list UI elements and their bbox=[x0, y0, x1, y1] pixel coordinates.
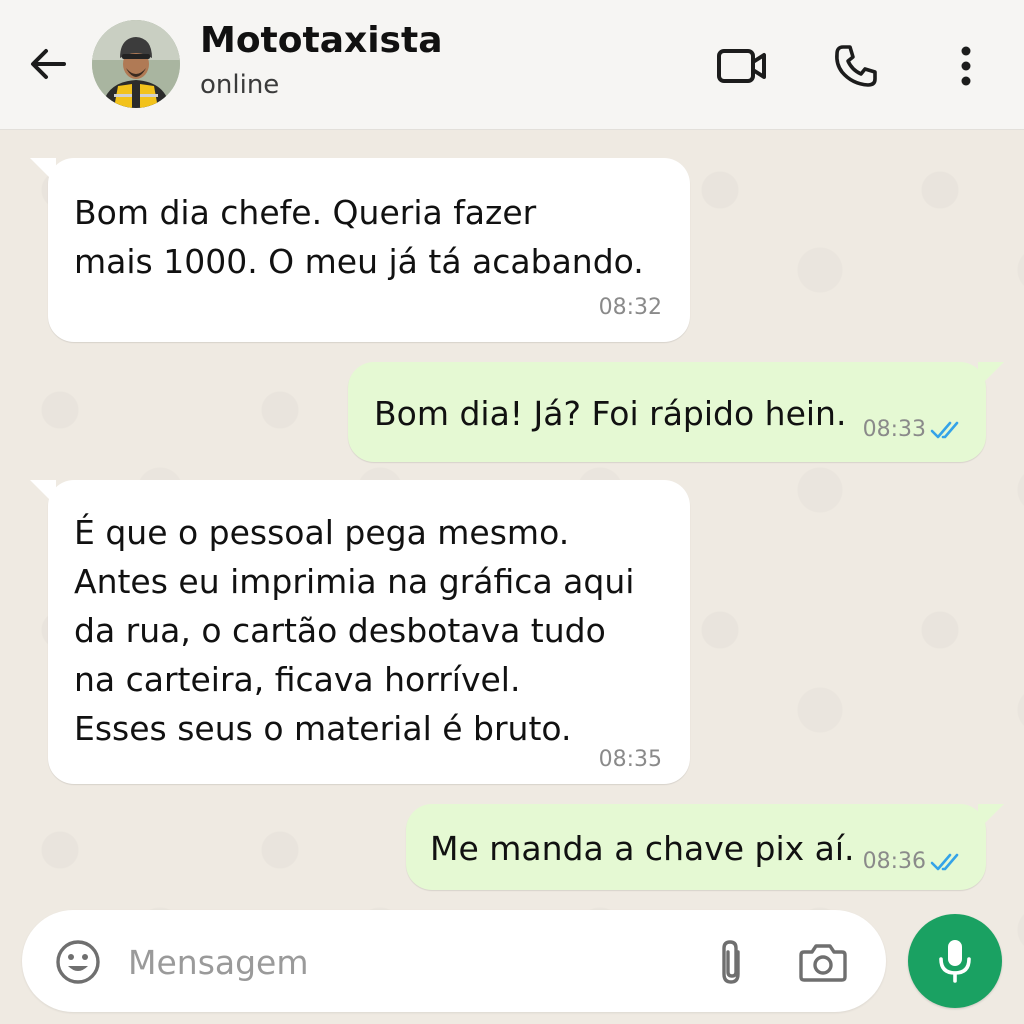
contact-status: online bbox=[200, 70, 280, 100]
bubble-tail bbox=[30, 480, 56, 506]
bubble-tail bbox=[30, 158, 56, 184]
microphone-icon bbox=[939, 940, 971, 983]
arrow-left-icon bbox=[31, 49, 66, 79]
video-call-button[interactable] bbox=[714, 38, 770, 94]
camera-icon bbox=[799, 944, 847, 982]
bubble-tail bbox=[978, 804, 1004, 830]
message-input[interactable] bbox=[128, 934, 688, 990]
more-options-button[interactable] bbox=[938, 38, 994, 94]
chat-header: Mototaxista online bbox=[0, 0, 1024, 130]
paperclip-icon bbox=[722, 940, 740, 984]
message-text: Bom dia! Já? Foi rápido hein. bbox=[374, 394, 847, 433]
message-outgoing[interactable]: Bom dia! Já? Foi rápido hein. 08:33 bbox=[348, 362, 1004, 462]
video-camera-icon bbox=[717, 49, 766, 83]
voice-call-button[interactable] bbox=[828, 38, 884, 94]
message-meta: 08:36 bbox=[863, 850, 964, 874]
message-text: É que o pessoal pega mesmo. Antes eu imp… bbox=[74, 513, 635, 748]
message-text: Bom dia chefe. Queria fazer mais 1000. O… bbox=[74, 193, 644, 281]
message-time: 08:35 bbox=[598, 747, 662, 772]
message-time: 08:36 bbox=[862, 849, 926, 874]
message-time: 08:33 bbox=[862, 417, 926, 442]
emoji-button[interactable] bbox=[54, 938, 102, 986]
avatar-photo bbox=[92, 20, 180, 108]
double-check-read-icon bbox=[930, 853, 959, 871]
message-incoming[interactable]: Bom dia chefe. Queria fazer mais 1000. O… bbox=[30, 158, 690, 342]
more-vertical-icon bbox=[961, 46, 971, 86]
camera-button[interactable] bbox=[798, 938, 848, 986]
phone-icon bbox=[835, 45, 877, 87]
message-outgoing[interactable]: Me manda a chave pix aí. 08:36 bbox=[406, 804, 1004, 890]
message-composer bbox=[22, 910, 886, 1012]
double-check-read-icon bbox=[930, 421, 959, 439]
emoji-icon bbox=[56, 940, 100, 984]
voice-message-button[interactable] bbox=[908, 914, 1002, 1008]
back-button[interactable] bbox=[22, 38, 74, 90]
contact-name[interactable]: Mototaxista bbox=[200, 20, 443, 61]
message-time: 08:32 bbox=[598, 295, 662, 320]
message-incoming[interactable]: É que o pessoal pega mesmo. Antes eu imp… bbox=[30, 480, 690, 784]
message-meta: 08:33 bbox=[863, 418, 964, 442]
message-text: Me manda a chave pix aí. bbox=[430, 829, 855, 868]
contact-avatar[interactable] bbox=[92, 20, 180, 108]
attach-button[interactable] bbox=[710, 938, 754, 988]
bubble-tail bbox=[978, 362, 1004, 388]
